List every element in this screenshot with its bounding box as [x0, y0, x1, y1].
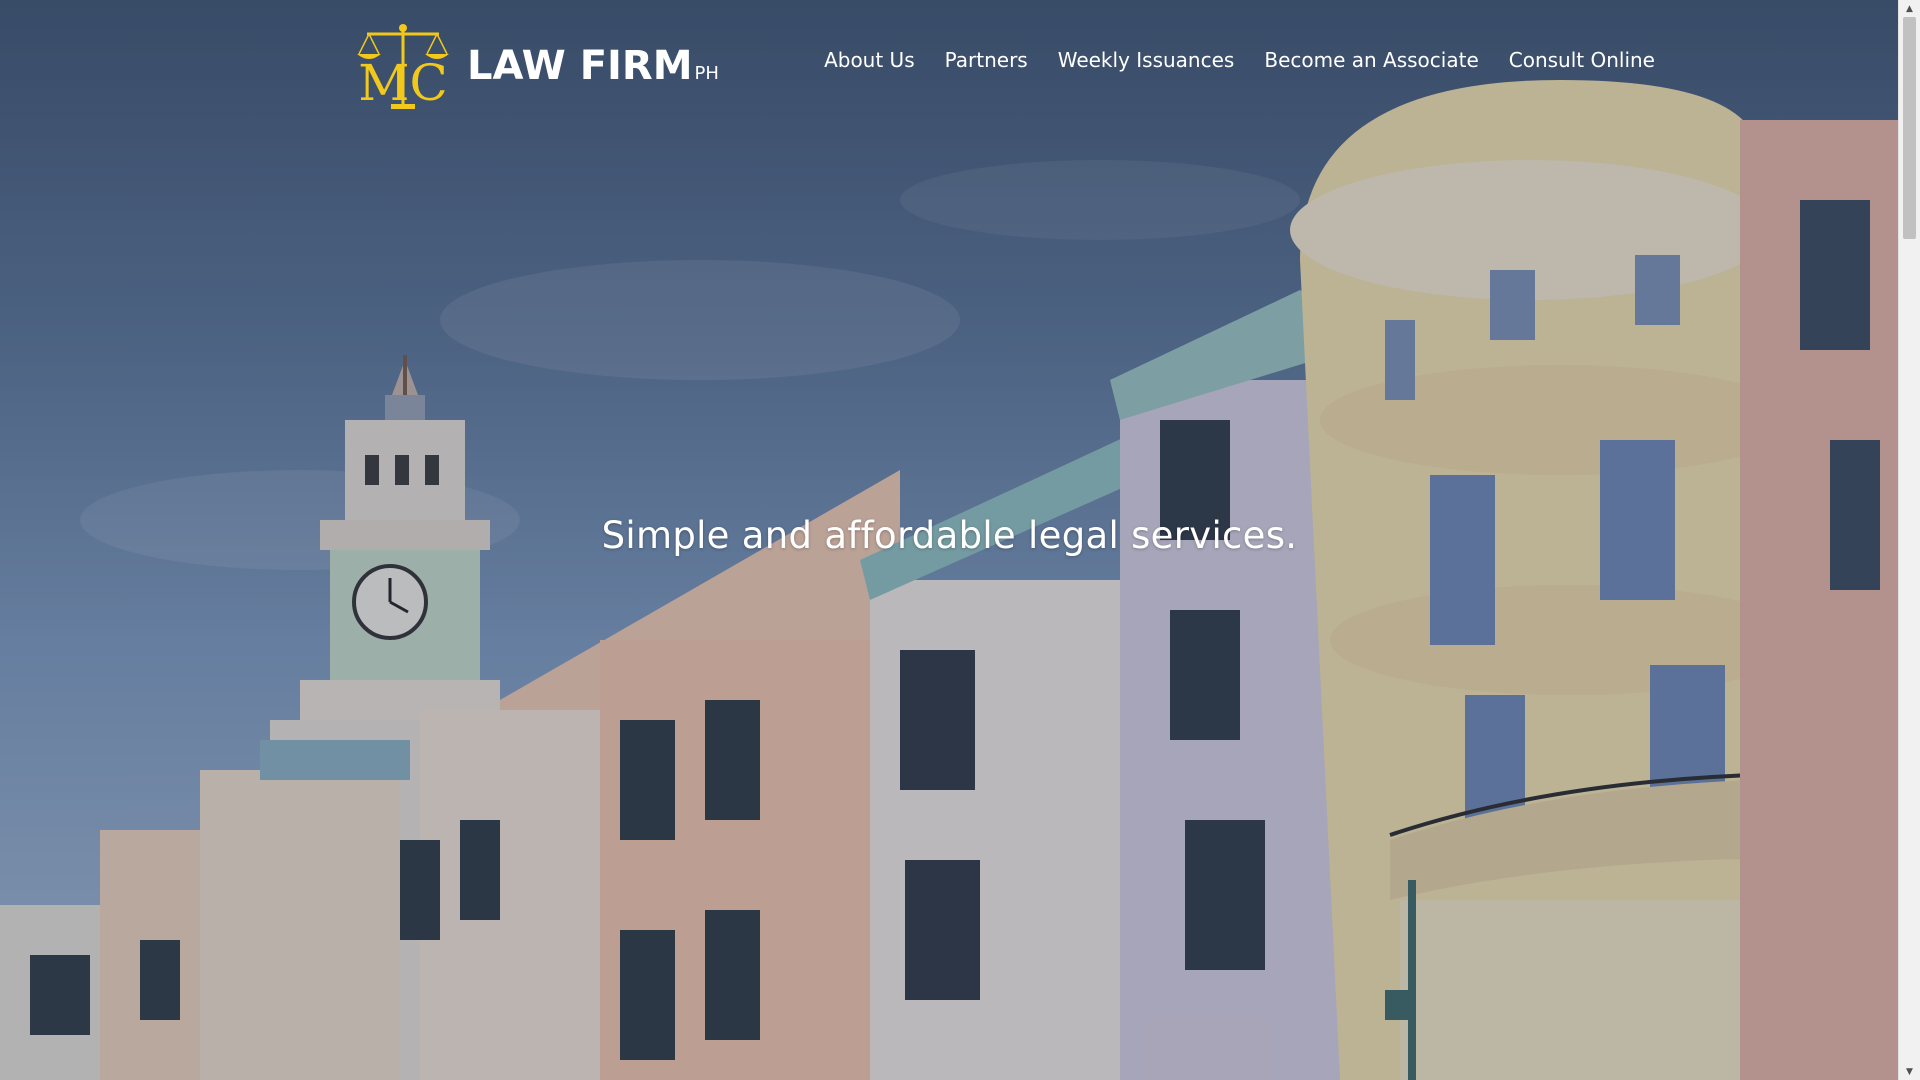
scrollbar-thumb[interactable]	[1903, 17, 1916, 239]
logo-wordmark: LAW FIRM PH	[467, 43, 719, 89]
arrow-down-icon[interactable]: ▼	[1899, 1063, 1920, 1080]
nav-weekly-issuances[interactable]: Weekly Issuances	[1058, 48, 1235, 72]
page: MC LAW FIRM PH About Us Partners Weekly …	[0, 0, 1920, 1080]
nav-partners[interactable]: Partners	[945, 48, 1028, 72]
hero-tagline: Simple and affordable legal services.	[601, 514, 1298, 557]
arrow-up-icon[interactable]: ▲	[1899, 0, 1920, 17]
page-scrollbar[interactable]: ▲ ▼	[1898, 0, 1920, 1080]
main-navigation: About Us Partners Weekly Issuances Becom…	[824, 48, 1655, 72]
site-logo[interactable]: MC LAW FIRM PH	[351, 20, 719, 112]
logo-name: LAW FIRM	[467, 43, 693, 89]
logo-suffix: PH	[694, 63, 719, 84]
nav-consult-online[interactable]: Consult Online	[1509, 48, 1655, 72]
nav-about-us[interactable]: About Us	[824, 48, 915, 72]
logo-monogram: MC	[358, 54, 447, 112]
nav-become-an-associate[interactable]: Become an Associate	[1264, 48, 1478, 72]
scales-of-justice-icon: MC	[357, 24, 449, 112]
